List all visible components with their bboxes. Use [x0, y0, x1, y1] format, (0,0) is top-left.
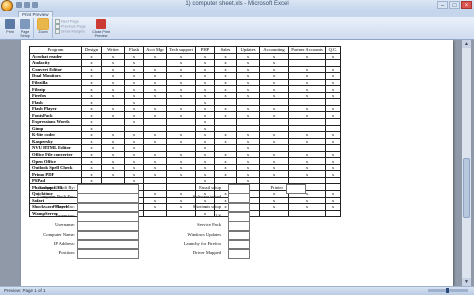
- vertical-scrollbar[interactable]: ▲ ▼: [462, 40, 471, 286]
- checklist-label: Software tested: [192, 194, 221, 200]
- checklist-label: Service Pack: [197, 222, 221, 228]
- column-header: Acct Mgr: [143, 46, 167, 54]
- show-margins-option[interactable]: Show Margins: [55, 29, 85, 34]
- zoom-icon: [37, 18, 49, 30]
- close-preview-icon: [96, 19, 106, 29]
- checklist-field[interactable]: [228, 193, 250, 203]
- window-controls: – □ ×: [437, 1, 472, 9]
- minimize-button[interactable]: –: [437, 1, 448, 9]
- checklist-label: Windows Updates: [187, 231, 221, 237]
- close-print-preview-button[interactable]: Close Print Preview: [92, 19, 110, 38]
- checklist-label: Launchy for Firefox: [183, 240, 221, 246]
- checklist-label: Driver Mapped: [192, 250, 221, 256]
- ribbon-separator: [52, 18, 53, 38]
- checklist-label: Shortcuts setup: [192, 203, 221, 209]
- zoom-button[interactable]: Zoom: [36, 18, 50, 34]
- install-mark-cell: [325, 209, 341, 218]
- checklist-field[interactable]: [228, 202, 250, 213]
- scroll-thumb[interactable]: [463, 158, 470, 218]
- print-preview-page: Program Design Writer Flash Acct Mgr Tech sup…: [21, 40, 453, 286]
- zoom-slider[interactable]: [428, 288, 468, 293]
- zoom-slider-thumb[interactable]: [446, 288, 449, 293]
- scroll-down-icon[interactable]: ▼: [462, 278, 471, 286]
- checklist-field[interactable]: [228, 230, 250, 241]
- checklist-field[interactable]: [228, 249, 250, 259]
- status-text: Preview: Page 1 of 1: [4, 288, 46, 293]
- column-header: Accounting: [259, 46, 289, 54]
- checklist-label: O.S: [213, 212, 221, 218]
- print-button[interactable]: Print: [3, 19, 17, 34]
- checklist-field[interactable]: [228, 239, 250, 250]
- printer-field[interactable]: [286, 184, 306, 194]
- install-mark-cell: [288, 209, 326, 218]
- checklist-field[interactable]: [228, 221, 250, 231]
- ribbon: Print Page Setup Zoom Next Page Previous…: [0, 17, 474, 40]
- printer-label: Printer: [270, 185, 283, 190]
- ribbon-separator: [33, 18, 34, 38]
- print-icon: [5, 19, 15, 29]
- close-button[interactable]: ×: [461, 1, 472, 9]
- page-setup-icon: [20, 19, 30, 29]
- checklist-field[interactable]: [228, 211, 250, 222]
- page-setup-button[interactable]: Page Setup: [18, 19, 32, 38]
- scroll-up-icon[interactable]: ▲: [462, 40, 471, 48]
- window-title: 1) computer sheet.xls - Microsoft Excel: [185, 1, 289, 7]
- maximize-button[interactable]: □: [449, 1, 460, 9]
- column-header: Partner Accounts: [288, 46, 326, 54]
- install-mark-cell: [259, 209, 289, 218]
- column-header: Tech support: [166, 46, 196, 54]
